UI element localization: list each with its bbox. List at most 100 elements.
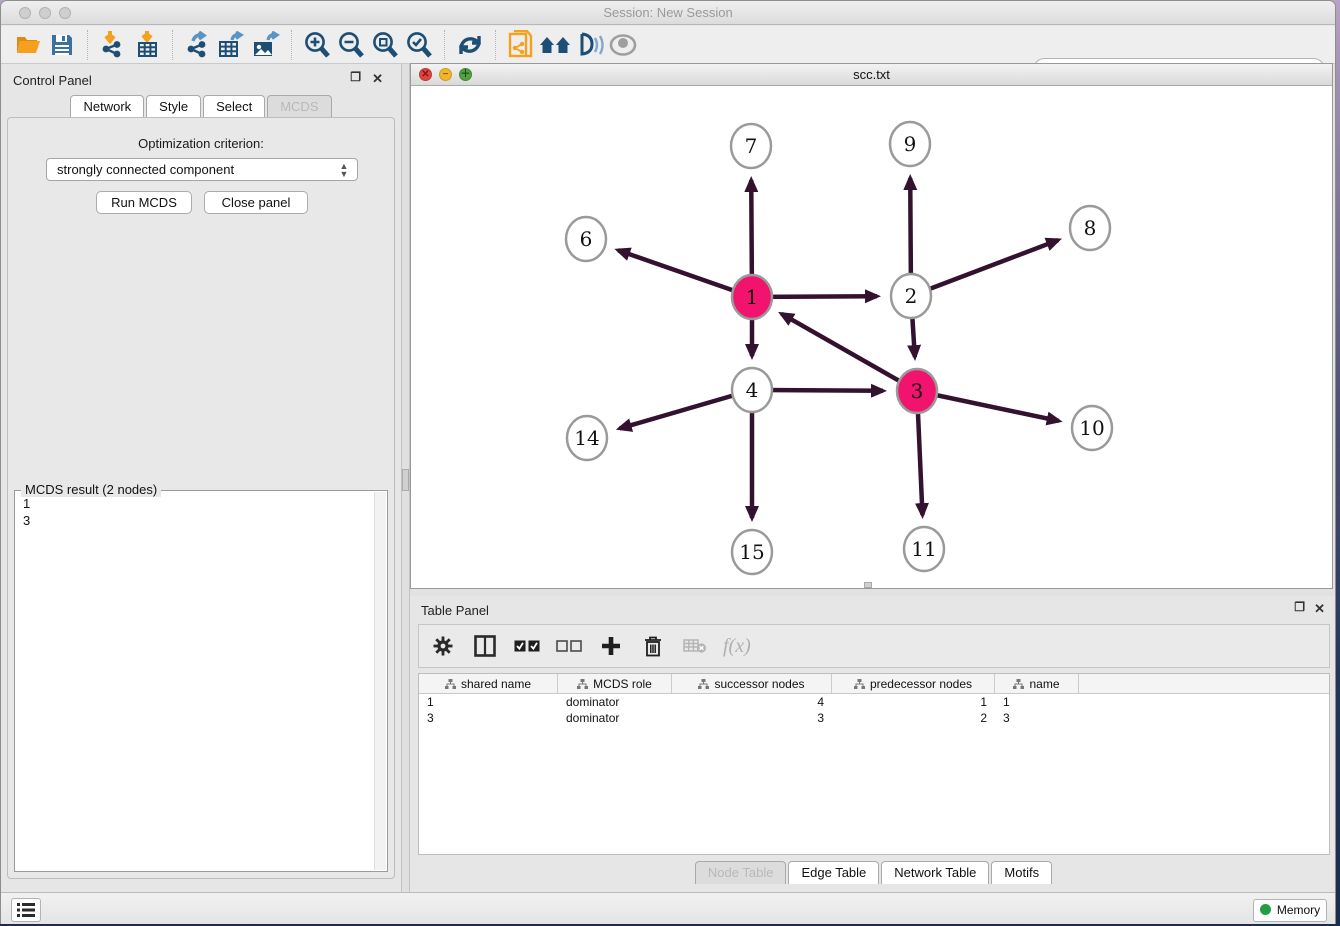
close-table-panel-icon[interactable]: ✕ [1314, 601, 1325, 617]
task-history-button[interactable] [11, 898, 41, 922]
maximize-window-icon[interactable] [59, 7, 71, 19]
toolbar-separator [87, 30, 88, 60]
session-title: Session: New Session [1, 1, 1335, 25]
mac-titlebar: Session: New Session [1, 1, 1335, 25]
table-cell[interactable]: 1 [832, 694, 995, 710]
network-window-titlebar[interactable]: ✕ − ＋ scc.txt [411, 64, 1332, 86]
node-label-6: 6 [580, 227, 593, 251]
table-cell[interactable]: 1 [419, 694, 558, 710]
plus-icon[interactable] [597, 631, 625, 661]
node-label-14: 14 [574, 426, 599, 450]
tab-network-table[interactable]: Network Table [881, 861, 989, 884]
node-label-7: 7 [745, 134, 758, 158]
zoom-out-icon[interactable] [334, 29, 368, 61]
table-header-row: shared name MCDS role successor nodes prede… [419, 674, 1329, 694]
zoom-in-icon[interactable] [300, 29, 334, 61]
optimization-criterion-label: Optimization criterion: [8, 136, 394, 151]
tab-mcds[interactable]: MCDS [267, 95, 331, 118]
node-label-4: 4 [746, 378, 759, 402]
open-session-icon[interactable] [11, 29, 45, 61]
tab-select[interactable]: Select [203, 95, 265, 118]
result-scrollbar[interactable] [374, 492, 386, 870]
minimize-window-icon[interactable] [39, 7, 51, 19]
zoom-selected-icon[interactable] [402, 29, 436, 61]
column-type-icon [698, 679, 709, 689]
optimization-criterion-select[interactable]: strongly connected component ▲▼ [46, 158, 358, 181]
column-header-shared-name[interactable]: shared name [419, 674, 558, 693]
edge-3-10[interactable] [917, 391, 1059, 421]
network-view-window: ✕ − ＋ scc.txt 1234678910111415 [410, 63, 1333, 589]
control-panel-title: Control Panel [13, 73, 92, 88]
control-panel-tabs: NetworkStyleSelectMCDS [1, 95, 401, 118]
float-panel-icon[interactable]: ❐ [350, 70, 361, 84]
export-network-icon[interactable] [181, 29, 215, 61]
network-maximize-icon[interactable]: ＋ [459, 68, 472, 81]
tab-network[interactable]: Network [70, 95, 144, 118]
column-header-successor-nodes[interactable]: successor nodes [672, 674, 832, 693]
export-table-icon[interactable] [215, 29, 249, 61]
float-table-panel-icon[interactable]: ❐ [1294, 600, 1305, 614]
mcds-tab-content: Optimization criterion: strongly connect… [7, 117, 395, 879]
app-window: Session: New Session [0, 0, 1336, 924]
table-cell[interactable]: 3 [672, 710, 832, 726]
network-graph[interactable]: 1234678910111415 [411, 86, 1332, 588]
panel-divider[interactable] [401, 64, 410, 892]
tab-edge-table[interactable]: Edge Table [788, 861, 879, 884]
gear-icon[interactable] [429, 631, 457, 661]
trash-icon[interactable] [639, 631, 667, 661]
memory-status-icon [1260, 904, 1271, 915]
export-image-icon[interactable] [249, 29, 283, 61]
network-minimize-icon[interactable]: − [439, 68, 452, 81]
table-cell[interactable]: dominator [558, 694, 672, 710]
table-tabs: Node TableEdge TableNetwork TableMotifs [410, 861, 1336, 884]
delete-table-icon [681, 631, 709, 661]
table-cell[interactable]: 2 [832, 710, 995, 726]
edge-2-8[interactable] [911, 240, 1058, 296]
checked-boxes-icon[interactable] [513, 631, 541, 661]
mcds-result-box: MCDS result (2 nodes) 13 [14, 490, 388, 872]
memory-button[interactable]: Memory [1253, 899, 1327, 922]
divider-grip[interactable] [402, 469, 409, 491]
table-cell[interactable]: 3 [995, 710, 1079, 726]
split-view-icon[interactable] [471, 631, 499, 661]
table-toolbar: f(x) [418, 624, 1330, 668]
save-session-icon[interactable] [45, 29, 79, 61]
tab-style[interactable]: Style [146, 95, 201, 118]
column-header-name[interactable]: name [995, 674, 1079, 693]
result-item: 1 [15, 495, 387, 512]
column-header-label: shared name [461, 677, 531, 691]
close-panel-button[interactable]: Close panel [204, 191, 308, 214]
column-header-label: successor nodes [714, 677, 804, 691]
column-header-MCDS-role[interactable]: MCDS role [558, 674, 672, 693]
select-stepper-icon: ▲▼ [337, 162, 351, 178]
toolbar-separator [495, 30, 496, 60]
eye-icon[interactable] [606, 29, 640, 61]
edge-3-1[interactable] [782, 314, 917, 391]
control-panel: Control Panel ❐ ✕ NetworkStyleSelectMCDS… [1, 64, 401, 892]
unchecked-boxes-icon[interactable] [555, 631, 583, 661]
column-header-label: MCDS role [593, 677, 652, 691]
table-cell[interactable]: dominator [558, 710, 672, 726]
run-mcds-button[interactable]: Run MCDS [96, 191, 192, 214]
ndex-home-icon[interactable] [538, 29, 572, 61]
apply-layout-icon[interactable] [453, 29, 487, 61]
table-cell[interactable]: 1 [995, 694, 1079, 710]
import-table-icon[interactable] [130, 29, 164, 61]
column-header-predecessor-nodes[interactable]: predecessor nodes [832, 674, 995, 693]
import-network-icon[interactable] [96, 29, 130, 61]
node-label-2: 2 [905, 284, 918, 308]
cyndex-icon[interactable] [572, 29, 606, 61]
close-panel-icon[interactable]: ✕ [372, 71, 383, 87]
close-window-icon[interactable] [19, 7, 31, 19]
network-document-icon[interactable] [504, 29, 538, 61]
split-grip[interactable] [864, 582, 872, 588]
network-canvas[interactable]: 1234678910111415 [411, 86, 1332, 588]
zoom-fit-icon[interactable] [368, 29, 402, 61]
table-row[interactable]: 3dominator323 [419, 710, 1329, 726]
table-cell[interactable]: 3 [419, 710, 558, 726]
network-close-icon[interactable]: ✕ [419, 68, 432, 81]
table-cell[interactable]: 4 [672, 694, 832, 710]
table-row[interactable]: 1dominator411 [419, 694, 1329, 710]
tab-motifs[interactable]: Motifs [991, 861, 1052, 884]
tab-node-table[interactable]: Node Table [695, 861, 787, 884]
